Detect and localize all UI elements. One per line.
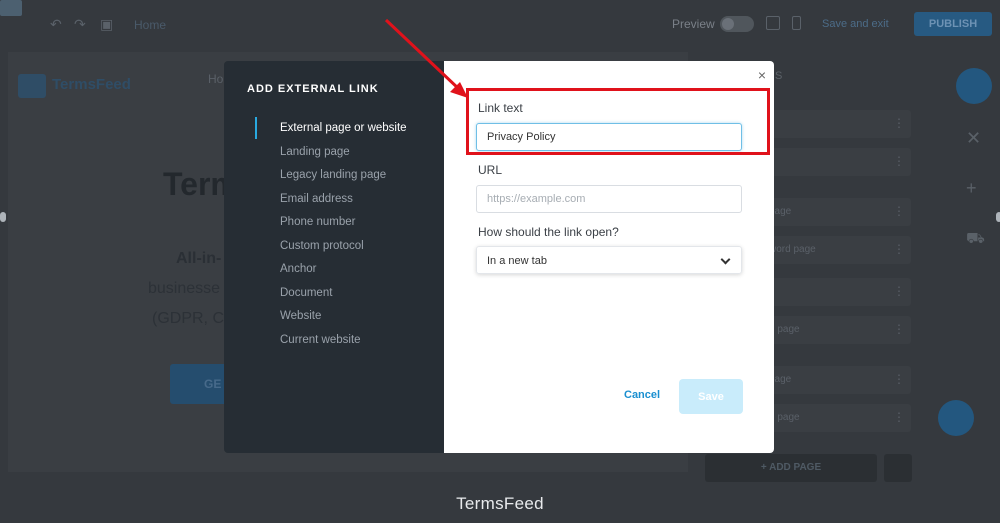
link-type-legacy-landing-page[interactable]: Legacy landing page: [280, 168, 407, 192]
close-icon[interactable]: ×: [758, 67, 766, 83]
open-mode-value: In a new tab: [487, 255, 547, 267]
termsfeed-logo-icon: [18, 74, 46, 98]
save-button[interactable]: Save: [679, 379, 743, 414]
preview-label: Preview: [672, 17, 715, 31]
hero-subtitle-line-2: businesse: [148, 280, 221, 297]
chevron-down-icon: [720, 254, 731, 265]
logo-text: TermsFeed: [52, 76, 131, 93]
link-form: × Link text URL How should the link open…: [444, 61, 774, 453]
save-and-exit-button[interactable]: Save and exit: [822, 18, 889, 30]
modal-title: ADD EXTERNAL LINK: [247, 83, 379, 95]
open-mode-select[interactable]: In a new tab: [476, 246, 742, 274]
redo-icon[interactable]: ↷: [74, 16, 86, 33]
link-type-anchor[interactable]: Anchor: [280, 262, 407, 286]
link-type-email-address[interactable]: Email address: [280, 192, 407, 216]
close-icon: ✕: [966, 128, 982, 148]
hero-subtitle-line-1: All-in-: [176, 250, 222, 267]
hero-subtitle-line-3: (GDPR, C: [152, 310, 224, 327]
url-input[interactable]: [476, 185, 742, 213]
link-text-label: Link text: [478, 101, 523, 115]
link-icon: [884, 454, 912, 482]
link-type-external-page[interactable]: External page or website: [280, 121, 407, 145]
link-type-custom-protocol[interactable]: Custom protocol: [280, 239, 407, 263]
mail-icon[interactable]: [0, 0, 22, 16]
preview-toggle[interactable]: [720, 16, 754, 32]
publish-button[interactable]: PUBLISH: [914, 12, 992, 36]
editor-topbar: ↶ ↷ ▣ Home Preview Save and exit PUBLISH: [0, 0, 1000, 50]
add-external-link-modal: ADD EXTERNAL LINK External page or websi…: [224, 61, 774, 453]
open-mode-label: How should the link open?: [478, 225, 619, 239]
link-type-website[interactable]: Website: [280, 309, 407, 333]
link-type-phone-number[interactable]: Phone number: [280, 215, 407, 239]
add-page-button: + ADD PAGE: [705, 454, 877, 482]
scroll-handle-right: [996, 212, 1000, 222]
link-type-current-website[interactable]: Current website: [280, 333, 407, 357]
link-type-list: External page or website Landing page Le…: [280, 121, 407, 356]
chart-icon: [956, 68, 992, 104]
link-type-document[interactable]: Document: [280, 286, 407, 310]
floppy-icon[interactable]: ▣: [100, 16, 113, 33]
link-type-sidebar: ADD EXTERNAL LINK External page or websi…: [224, 61, 444, 453]
cart-icon: ⛟: [966, 230, 985, 247]
page-selector[interactable]: Home: [134, 18, 166, 32]
plus-icon: +: [966, 178, 977, 198]
hero-cta-button: GE: [170, 364, 226, 404]
pages-panel-header: S: [775, 70, 783, 82]
chat-icon: [938, 400, 974, 436]
caption: TermsFeed: [456, 494, 544, 513]
monitor-icon[interactable]: [766, 16, 780, 30]
link-type-landing-page[interactable]: Landing page: [280, 145, 407, 169]
phone-icon[interactable]: [792, 16, 801, 30]
undo-icon[interactable]: ↶: [50, 16, 62, 33]
nav-item-home: Ho: [208, 72, 224, 86]
cancel-button[interactable]: Cancel: [624, 389, 660, 401]
url-label: URL: [478, 163, 503, 177]
link-text-input[interactable]: [476, 123, 742, 151]
scroll-handle-left: [0, 212, 6, 222]
active-option-indicator: [255, 117, 257, 139]
